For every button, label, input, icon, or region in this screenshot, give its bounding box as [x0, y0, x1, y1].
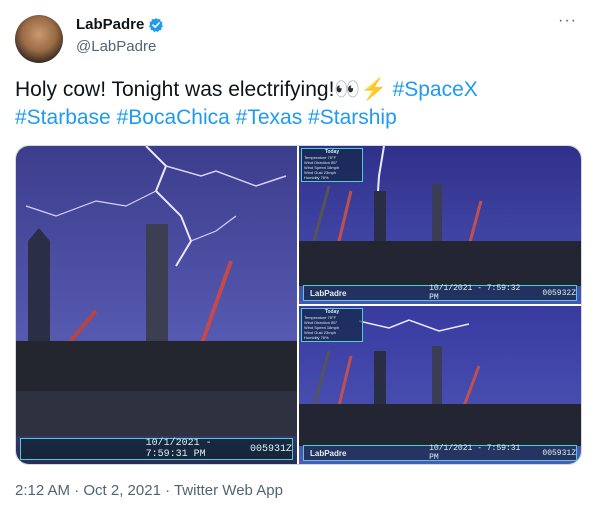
weather-line: Humidity 76%: [304, 335, 329, 340]
overlay-timestamp: 10/1/2021 - 7:59:31 PM: [429, 444, 521, 462]
photo-lightning-main[interactable]: 10/1/2021 - 7:59:31 PM 005931Z: [16, 146, 297, 464]
more-options-icon[interactable]: ···: [558, 12, 577, 30]
hashtag-spacex[interactable]: #SpaceX: [393, 78, 478, 101]
photo-scene: [16, 146, 297, 464]
tweet-timestamp[interactable]: 2:12 AM · Oct 2, 2021 · Twitter Web App: [15, 482, 283, 499]
tweet-text-plain: Holy cow! Tonight was electrifying!: [15, 78, 335, 101]
stream-overlay-bar: LabPadre 10/1/2021 - 7:59:31 PM 005931Z: [303, 444, 577, 462]
hashtag-starbase[interactable]: #Starbase: [15, 106, 111, 129]
author-handle[interactable]: @LabPadre: [76, 38, 156, 55]
stream-overlay-bar: LabPadre 10/1/2021 - 7:59:32 PM 005932Z: [303, 284, 577, 302]
hashtag-bocachica[interactable]: #BocaChica: [117, 106, 230, 129]
weather-line: Humidity 76%: [304, 175, 329, 180]
avatar[interactable]: [15, 15, 63, 63]
overlay-timestamp: 10/1/2021 - 7:59:31 PM: [145, 438, 212, 460]
verified-badge-icon: [149, 17, 164, 32]
display-name[interactable]: LabPadre: [76, 16, 144, 33]
weather-widget: Today Temperature 75°F Wind Direction 85…: [301, 148, 363, 182]
overlay-code: 005931Z: [542, 448, 576, 458]
tweet-text: Holy cow! Tonight was electrifying!👀⚡ #S…: [15, 76, 580, 132]
overlay-timestamp: 10/1/2021 - 7:59:32 PM: [429, 284, 521, 302]
photo-lightning-bottom-right[interactable]: Today Temperature 75°F Wind Direction 85…: [299, 306, 581, 464]
tweet-emoji: 👀⚡: [334, 78, 387, 101]
media-grid: 10/1/2021 - 7:59:31 PM 005931Z Today Tem…: [15, 145, 582, 465]
overlay-code: 005931Z: [249, 443, 292, 455]
labpadre-logo: LabPadre: [310, 288, 347, 298]
photo-lightning-top-right[interactable]: Today Temperature 75°F Wind Direction 85…: [299, 146, 581, 304]
labpadre-logo: LabPadre: [310, 448, 347, 458]
weather-widget: Today Temperature 75°F Wind Direction 85…: [301, 308, 363, 342]
hashtag-starship[interactable]: #Starship: [308, 106, 397, 129]
author-name-row: LabPadre: [76, 16, 164, 33]
hashtag-texas[interactable]: #Texas: [236, 106, 303, 129]
overlay-code: 005932Z: [542, 288, 576, 298]
stream-overlay-bar: 10/1/2021 - 7:59:31 PM 005931Z: [20, 438, 293, 460]
